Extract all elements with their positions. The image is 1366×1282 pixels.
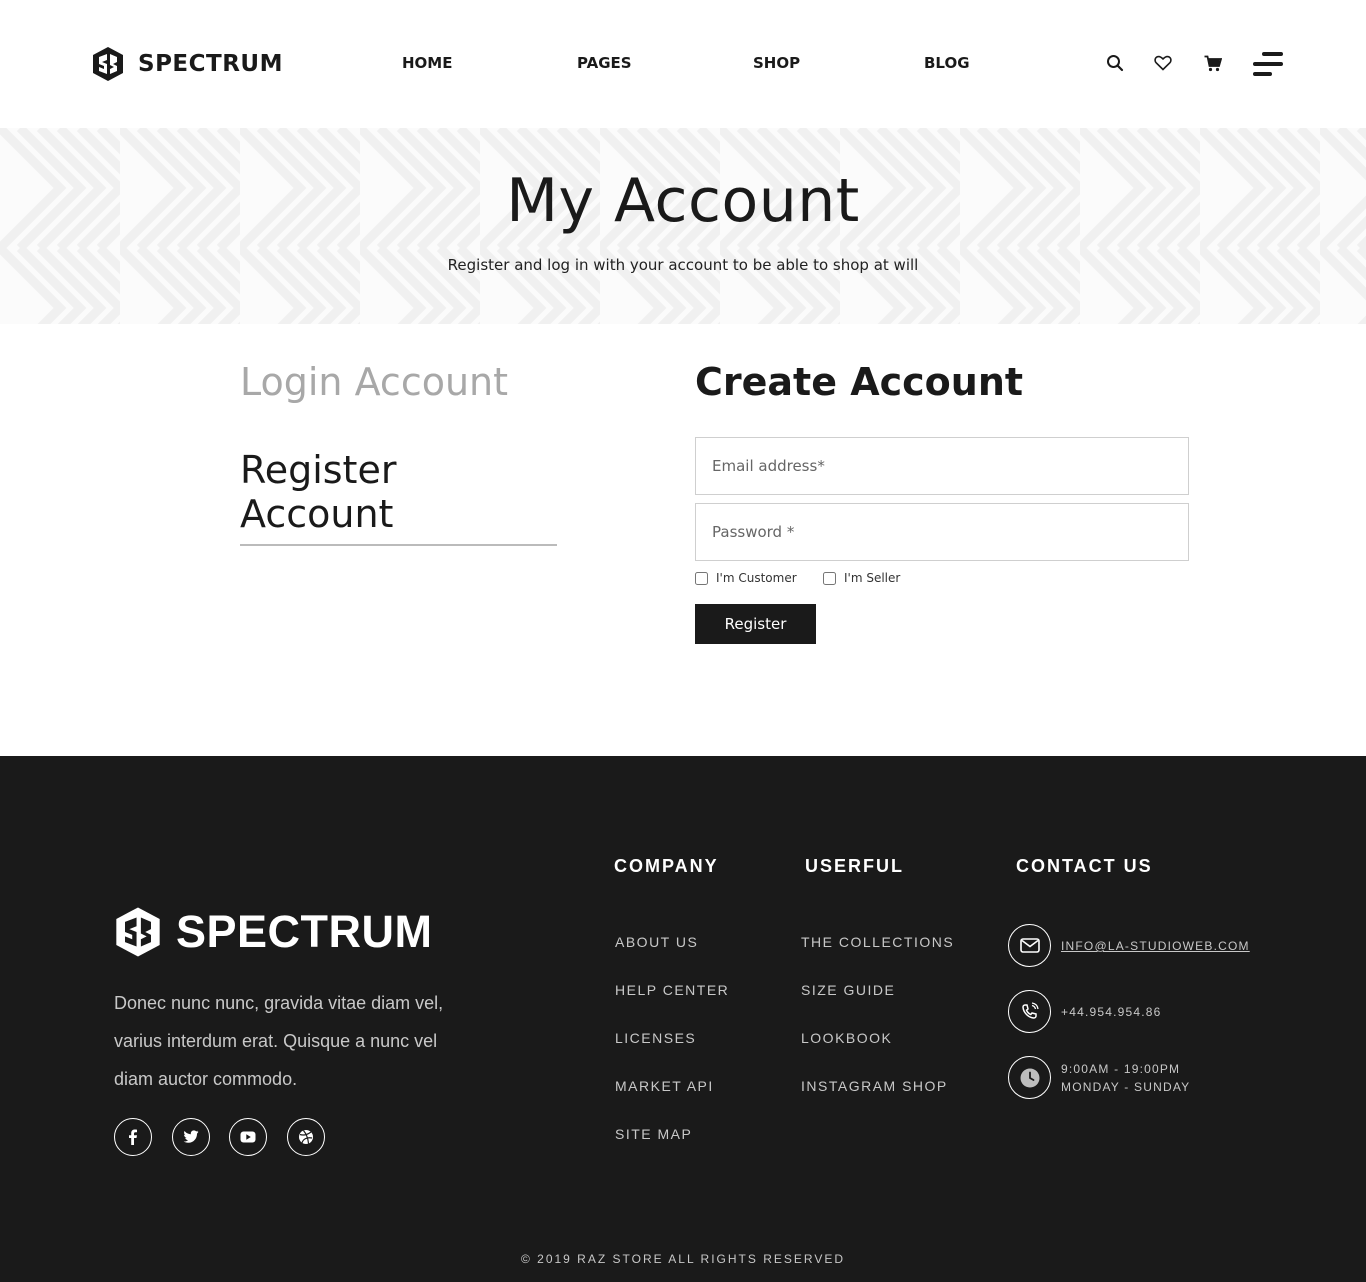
youtube-icon[interactable] [229, 1118, 267, 1156]
phone-icon [1008, 990, 1051, 1033]
envelope-icon [1008, 924, 1051, 967]
footer-link-about-us[interactable]: ABOUT US [615, 934, 698, 950]
customer-checkbox-label: I'm Customer [716, 571, 797, 585]
customer-checkbox[interactable] [695, 571, 708, 585]
footer-link-site-map[interactable]: SITE MAP [615, 1126, 692, 1142]
footer-contact-phone: +44.954.954.86 [1061, 1005, 1162, 1019]
footer-contact-heading: CONTACT US [1016, 856, 1153, 876]
footer-link-the-collections[interactable]: THE COLLECTIONS [801, 934, 954, 950]
nav-blog[interactable]: BLOG [924, 54, 970, 72]
footer-brand-name: SPECTRUM [176, 906, 433, 957]
footer-link-market-api[interactable]: MARKET API [615, 1078, 714, 1094]
page-subtitle: Register and log in with your account to… [447, 256, 919, 274]
heart-icon[interactable] [1152, 52, 1174, 74]
footer-link-licenses[interactable]: LICENSES [615, 1030, 696, 1046]
email-field[interactable] [695, 437, 1189, 495]
nav-shop[interactable]: SHOP [753, 54, 800, 72]
footer-link-instagram-shop[interactable]: INSTAGRAM SHOP [801, 1078, 948, 1094]
tab-login-account[interactable]: Login Account [240, 360, 508, 404]
footer-userful-heading: USERFUL [805, 856, 904, 876]
footer-brand-logo[interactable]: SPECTRUM [114, 906, 433, 958]
create-account-title: Create Account [695, 360, 1024, 404]
footer-hours-time: 9:00AM - 19:00PM [1061, 1062, 1181, 1076]
footer-link-help-center[interactable]: HELP CENTER [615, 982, 729, 998]
cart-icon[interactable] [1202, 52, 1224, 74]
tab-register-account[interactable]: Register Account [240, 448, 557, 546]
seller-checkbox-label: I'm Seller [844, 571, 901, 585]
footer-link-lookbook[interactable]: LOOKBOOK [801, 1030, 892, 1046]
password-field[interactable] [695, 503, 1189, 561]
footer-contact-email[interactable]: INFO@LA-STUDIOWEB.COM [1061, 937, 1250, 955]
clock-icon [1008, 1056, 1051, 1099]
footer-logo-mark-icon [116, 907, 160, 957]
site-header: SPECTRUM HOME PAGES SHOP BLOG [0, 0, 1366, 128]
customer-checkbox-option[interactable]: I'm Customer [695, 571, 797, 585]
menu-icon[interactable] [1252, 50, 1284, 78]
twitter-icon[interactable] [172, 1118, 210, 1156]
seller-checkbox[interactable] [823, 571, 836, 585]
dribbble-icon[interactable] [287, 1118, 325, 1156]
footer-hours-days: MONDAY - SUNDAY [1061, 1080, 1191, 1094]
facebook-icon[interactable] [114, 1118, 152, 1156]
search-icon[interactable] [1104, 52, 1126, 74]
nav-home[interactable]: HOME [402, 54, 452, 72]
site-footer: SPECTRUM Donec nunc nunc, gravida vitae … [0, 756, 1366, 1282]
footer-contact-hours: 9:00AM - 19:00PM MONDAY - SUNDAY [1061, 1060, 1190, 1096]
copyright-text: © 2019 RAZ STORE ALL RIGHTS RESERVED [520, 1252, 846, 1266]
nav-pages[interactable]: PAGES [577, 54, 632, 72]
register-button[interactable]: Register [695, 604, 816, 644]
page-title: My Account [506, 166, 860, 236]
footer-link-size-guide[interactable]: SIZE GUIDE [801, 982, 895, 998]
footer-about-text: Donec nunc nunc, gravida vitae diam vel,… [114, 993, 444, 1089]
page-hero: My Account Register and log in with your… [0, 128, 1366, 324]
footer-company-heading: COMPANY [614, 856, 719, 876]
seller-checkbox-option[interactable]: I'm Seller [823, 571, 900, 585]
